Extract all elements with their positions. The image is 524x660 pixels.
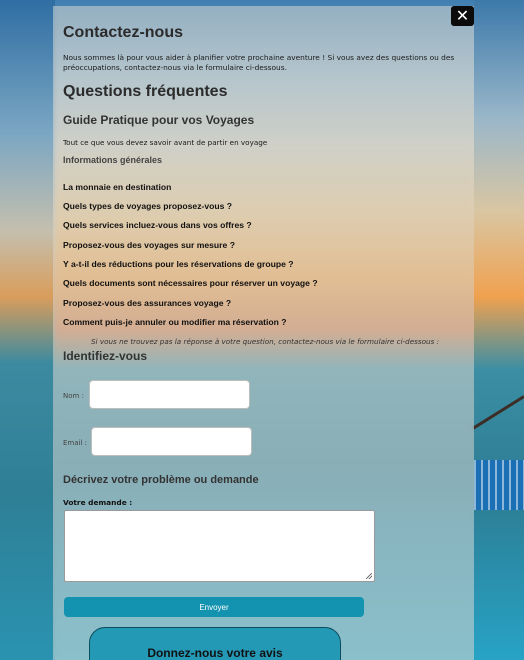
faq-item-cancel-modify[interactable]: Comment puis-je annuler ou modifier ma r… (63, 317, 286, 327)
faq-item-custom-trips[interactable]: Proposez-vous des voyages sur mesure ? (63, 240, 235, 250)
background-sea-right (474, 0, 524, 660)
identify-heading: Identifiez-vous (63, 349, 148, 363)
describe-heading: Décrivez votre problème ou demande (63, 474, 259, 486)
request-label: Votre demande : (63, 498, 133, 507)
guide-subtitle: Tout ce que vous devez savoir avant de p… (63, 138, 268, 147)
modal-title: Contactez-nous (63, 24, 183, 41)
name-label: Nom : (63, 392, 84, 400)
email-input[interactable] (91, 427, 252, 456)
name-input[interactable] (89, 380, 250, 409)
faq-item-services[interactable]: Quels services incluez-vous dans vos off… (63, 220, 252, 230)
contact-modal: Contactez-nous Nous sommes là pour vous … (53, 6, 474, 660)
general-info-heading: Informations générales (63, 155, 163, 165)
faq-item-insurance[interactable]: Proposez-vous des assurances voyage ? (63, 298, 231, 308)
intro-text: Nous sommes là pour vous aider à planifi… (63, 53, 455, 72)
submit-button[interactable]: Envoyer (64, 597, 364, 617)
review-button[interactable]: Donnez-nous votre avis (89, 627, 341, 660)
resize-grip-icon[interactable] (366, 573, 372, 579)
background-pool (474, 460, 524, 510)
faq-item-currency[interactable]: La monnaie en destination (63, 182, 171, 192)
background-sea-left (0, 0, 55, 660)
close-icon[interactable]: ✕ (451, 6, 474, 26)
faq-item-trip-types[interactable]: Quels types de voyages proposez-vous ? (63, 201, 232, 211)
faq-heading: Questions fréquentes (63, 83, 228, 100)
request-textarea[interactable] (64, 510, 375, 582)
faq-item-documents[interactable]: Quels documents sont nécessaires pour ré… (63, 278, 318, 288)
guide-heading: Guide Pratique pour vos Voyages (63, 113, 255, 127)
email-label: Email : (63, 439, 88, 447)
faq-note: Si vous ne trouvez pas la réponse à votr… (91, 337, 440, 346)
faq-item-group-discounts[interactable]: Y a-t-il des réductions pour les réserva… (63, 259, 294, 269)
